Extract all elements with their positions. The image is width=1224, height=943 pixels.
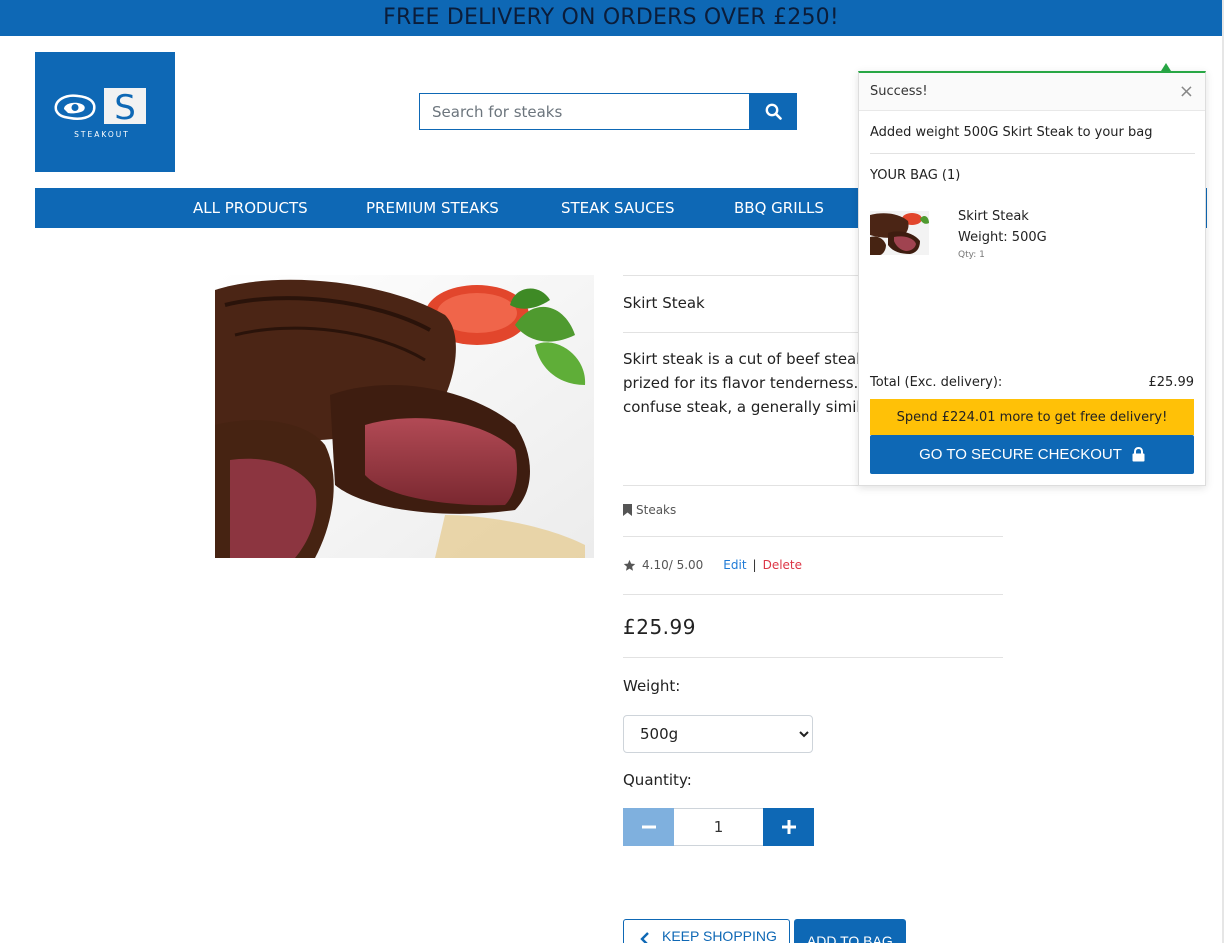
bag-item-name: Skirt Steak bbox=[958, 209, 1029, 224]
minus-icon bbox=[641, 825, 656, 829]
weight-label: Weight: bbox=[623, 677, 681, 695]
weight-select[interactable]: 500g bbox=[623, 715, 813, 753]
keep-shopping-button[interactable]: KEEP SHOPPING bbox=[623, 919, 790, 943]
star-icon bbox=[623, 559, 636, 571]
bag-title: YOUR BAG (1) bbox=[870, 168, 961, 183]
divider bbox=[623, 536, 1003, 537]
quantity-stepper bbox=[623, 808, 814, 846]
link-separator: | bbox=[752, 558, 757, 572]
keep-shopping-label: KEEP SHOPPING bbox=[662, 928, 777, 943]
free-delivery-banner: FREE DELIVERY ON ORDERS OVER £250! bbox=[0, 0, 1222, 36]
chevron-left-icon bbox=[640, 932, 649, 943]
increment-button[interactable] bbox=[763, 808, 814, 846]
search-icon bbox=[765, 103, 782, 120]
lock-icon bbox=[1132, 447, 1145, 462]
toast-message: Added weight 500G Skirt Steak to your ba… bbox=[870, 125, 1153, 140]
nav-all-products[interactable]: ALL PRODUCTS bbox=[193, 188, 308, 228]
bag-item-weight: Weight: 500G bbox=[958, 230, 1047, 245]
bag-toast: Success! × Added weight 500G Skirt Steak… bbox=[858, 71, 1206, 486]
search-button[interactable] bbox=[749, 93, 797, 130]
quantity-label: Quantity: bbox=[623, 771, 692, 789]
total-label: Total (Exc. delivery): bbox=[870, 375, 1003, 390]
product-name: Skirt Steak bbox=[623, 294, 705, 312]
product-image bbox=[215, 275, 594, 558]
banner-text: FREE DELIVERY ON ORDERS OVER £250! bbox=[383, 5, 839, 30]
bookmark-icon bbox=[623, 504, 632, 516]
close-icon[interactable]: × bbox=[1179, 82, 1194, 101]
decrement-button[interactable] bbox=[623, 808, 674, 846]
search-input[interactable] bbox=[419, 93, 749, 130]
action-buttons: KEEP SHOPPING ADD TO BAG bbox=[623, 919, 906, 943]
edit-link[interactable]: Edit bbox=[723, 558, 746, 572]
bag-item-qty: Qty: 1 bbox=[958, 250, 985, 260]
toast-title: Success! bbox=[870, 84, 928, 99]
product-rating: 4.10/ 5.00 Edit | Delete bbox=[623, 558, 802, 572]
steak-logo-icon: S STEAKOUT bbox=[54, 88, 146, 139]
logo-letter: S bbox=[114, 88, 136, 128]
toast-arrow bbox=[1161, 63, 1171, 71]
product-category[interactable]: Steaks bbox=[623, 503, 676, 517]
checkout-label: GO TO SECURE CHECKOUT bbox=[919, 446, 1122, 463]
nav-bbq-grills[interactable]: BBQ GRILLS bbox=[734, 188, 824, 228]
delete-link[interactable]: Delete bbox=[763, 558, 802, 572]
add-to-bag-label: ADD TO BAG bbox=[806, 933, 893, 943]
free-delivery-notice: Spend £224.01 more to get free delivery! bbox=[870, 399, 1194, 435]
divider bbox=[623, 594, 1003, 595]
steakout-logo[interactable]: S STEAKOUT bbox=[35, 52, 175, 172]
nav-premium-steaks[interactable]: PREMIUM STEAKS bbox=[366, 188, 499, 228]
search-bar bbox=[419, 93, 797, 130]
divider bbox=[623, 657, 1003, 658]
divider bbox=[870, 153, 1195, 154]
product-price: £25.99 bbox=[623, 615, 696, 639]
bag-item-thumbnail bbox=[870, 211, 929, 255]
spend-message: Spend £224.01 more to get free delivery! bbox=[896, 409, 1168, 425]
steak-photo bbox=[215, 275, 594, 558]
rating-value: 4.10/ 5.00 bbox=[642, 558, 704, 572]
logo-wordmark: STEAKOUT bbox=[74, 130, 130, 139]
category-label: Steaks bbox=[636, 503, 677, 517]
quantity-input[interactable] bbox=[674, 808, 763, 846]
plus-icon bbox=[781, 820, 796, 834]
steak-thumbnail bbox=[870, 211, 929, 255]
nav-steak-sauces[interactable]: STEAK SAUCES bbox=[561, 188, 675, 228]
add-to-bag-button[interactable]: ADD TO BAG bbox=[793, 919, 906, 943]
toast-header: Success! × bbox=[859, 73, 1205, 111]
total-value: £25.99 bbox=[1148, 375, 1195, 390]
secure-checkout-button[interactable]: GO TO SECURE CHECKOUT bbox=[870, 435, 1194, 474]
